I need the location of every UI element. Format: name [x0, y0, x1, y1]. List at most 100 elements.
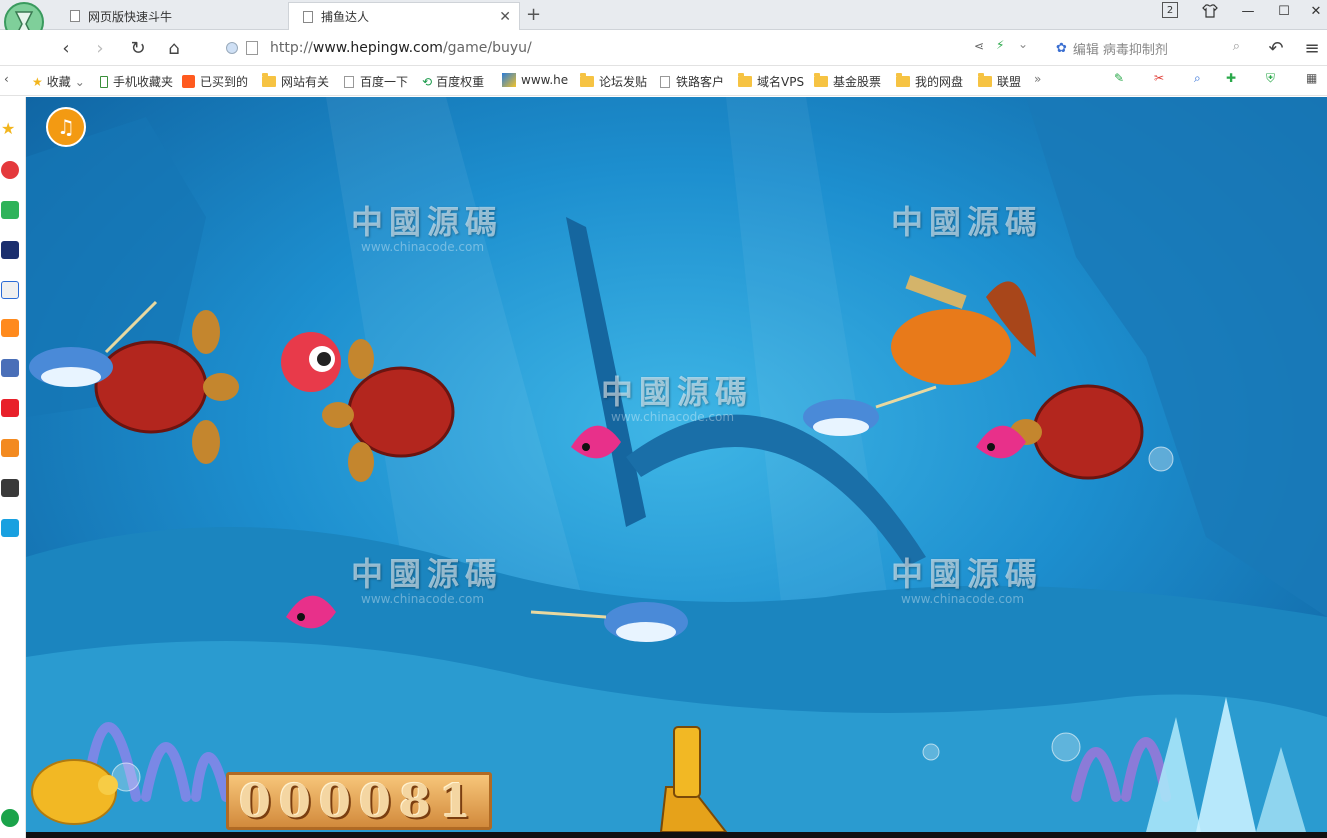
tab-title: 网页版快速斗牛 — [88, 9, 173, 24]
folder-icon — [978, 73, 992, 87]
bookmarks-bar: ‹ ★ 收藏 ⌄ 手机收藏夹 已买到的 网站有关 百度一下 ⟲ 百度权重 www.he… — [0, 66, 1327, 96]
tab-counter[interactable]: 2 — [1162, 2, 1178, 18]
close-tab-icon[interactable]: ✕ — [499, 9, 511, 25]
page-icon — [660, 75, 670, 88]
forward-button[interactable]: › — [88, 36, 112, 60]
search-icon[interactable]: ⌕ — [1233, 39, 1240, 54]
bookmark-label: 已买到的 — [200, 75, 249, 89]
watermark-url: www.chinacode.com — [361, 592, 485, 606]
menu-icon[interactable]: ≡ — [1300, 36, 1324, 60]
music-toggle-button[interactable]: ♫ — [46, 107, 86, 147]
folder-icon — [580, 73, 594, 87]
page-icon — [344, 75, 354, 88]
bookmark-alliance[interactable]: 联盟 — [978, 73, 1021, 90]
watermark-url: www.chinacode.com — [901, 592, 1025, 606]
watermark-text: 中國源碼 — [891, 203, 1044, 241]
star-icon[interactable]: ★ — [1, 119, 19, 138]
bookmark-favorites[interactable]: ★ 收藏 ⌄ — [32, 73, 85, 90]
red-puffer-fish — [281, 332, 341, 392]
bookmark-label: www.he — [521, 73, 569, 87]
bookmark-label: 论坛发贴 — [599, 75, 648, 89]
url-prefix: http:// — [270, 40, 313, 56]
bookmark-baidu-weight[interactable]: ⟲ 百度权重 — [422, 73, 484, 90]
bookmark-label: 收藏 — [46, 75, 71, 89]
paw-icon: ✿ — [1056, 40, 1067, 56]
new-tab-button[interactable]: + — [526, 4, 541, 25]
app-icon[interactable] — [1, 809, 19, 827]
back-button[interactable]: ‹ — [54, 36, 78, 60]
bookmark-netdisk[interactable]: 我的网盘 — [896, 73, 963, 90]
maximize-button[interactable]: ☐ — [1274, 0, 1294, 22]
bookmark-label: 手机收藏夹 — [113, 75, 174, 89]
folder-icon — [814, 73, 828, 87]
app-icon[interactable] — [1, 319, 19, 337]
tab-buyu-daren[interactable]: 捕鱼达人 ✕ — [288, 2, 520, 30]
fishing-game-canvas[interactable]: 中國源碼 www.chinacode.com 中國源碼 中國源碼 www.chi… — [26, 97, 1327, 832]
bookmark-forum[interactable]: 论坛发贴 — [580, 73, 647, 90]
close-window-button[interactable]: ✕ — [1306, 0, 1326, 22]
site-info-icon[interactable] — [246, 41, 258, 55]
search-engine-label: 编辑 — [1072, 42, 1099, 58]
security-icon — [226, 42, 238, 54]
piggy-bank — [31, 759, 118, 825]
watermark-text: 中國源碼 — [351, 555, 504, 593]
game-scene — [26, 97, 1327, 832]
bookmark-domain-vps[interactable]: 域名VPS — [738, 73, 804, 90]
folder-icon — [262, 73, 276, 87]
search-box[interactable]: ✿ 编辑 病毒抑制剂 ⌕ — [1056, 35, 1246, 61]
address-bar[interactable]: http://www.hepingw.com/game/buyu/ ⋖ ⚡ ⌄ — [222, 35, 1042, 61]
bookmark-funds[interactable]: 基金股票 — [814, 73, 881, 90]
more-bookmarks-icon[interactable]: » — [1034, 72, 1041, 86]
bookmark-label: 基金股票 — [833, 75, 882, 89]
sidebar-toggle-icon[interactable]: ‹ — [4, 72, 9, 86]
bookmark-railway[interactable]: 铁路客户 — [660, 73, 724, 90]
translate-icon[interactable]: ✎ — [1114, 71, 1124, 85]
shield-icon[interactable]: ⛨ — [1266, 71, 1275, 86]
url-path: /game/buyu/ — [442, 40, 532, 56]
weibo-icon[interactable] — [1, 161, 19, 179]
bookmark-label: 百度一下 — [360, 75, 409, 89]
url-text: http://www.hepingw.com/game/buyu/ — [270, 40, 532, 56]
bookmark-www[interactable]: www.he — [502, 73, 568, 87]
folder-icon — [738, 73, 752, 87]
lightning-icon[interactable]: ⚡ — [996, 38, 1004, 52]
bookmark-site-related[interactable]: 网站有关 — [262, 73, 329, 90]
gamepad-icon[interactable]: ✚ — [1226, 71, 1236, 85]
navigation-bar: ‹ › ↻ ⌂ http://www.hepingw.com/game/buyu… — [0, 30, 1327, 66]
folder-icon — [896, 73, 910, 87]
site-favicon-icon — [502, 73, 516, 87]
home-button[interactable]: ⌂ — [162, 36, 186, 60]
app-icon[interactable] — [1, 439, 19, 457]
tab-title: 捕鱼达人 — [321, 10, 370, 24]
app-icon[interactable] — [1, 399, 19, 417]
search-query: 病毒抑制剂 — [1102, 42, 1168, 58]
bookmark-mobile[interactable]: 手机收藏夹 — [100, 73, 173, 90]
turtle-fish — [1010, 384, 1144, 480]
bookmark-bought[interactable]: 已买到的 — [182, 73, 248, 90]
share-icon[interactable]: ⋖ — [974, 39, 984, 53]
chevron-down-icon: ⌄ — [74, 74, 85, 89]
apps-grid-icon[interactable]: ▦ — [1306, 71, 1317, 85]
bookmark-baidu[interactable]: 百度一下 — [344, 73, 408, 90]
app-icon[interactable] — [1, 519, 19, 537]
scissors-icon[interactable]: ✂ — [1154, 71, 1164, 85]
shirt-skin-icon[interactable] — [1200, 0, 1220, 22]
tab-kuaisu-douniu[interactable]: 网页版快速斗牛 — [56, 2, 288, 30]
undo-button[interactable]: ↶ — [1264, 36, 1288, 60]
document-icon[interactable] — [1, 281, 19, 299]
score-panel: 000081 — [226, 772, 492, 830]
app-icon[interactable] — [1, 241, 19, 259]
minimize-button[interactable]: — — [1238, 0, 1258, 22]
app-icon[interactable] — [1, 479, 19, 497]
left-sidebar: ★ — [0, 97, 26, 838]
app-icon[interactable] — [1, 201, 19, 219]
chevron-down-icon[interactable]: ⌄ — [1018, 37, 1028, 51]
app-icon[interactable] — [1, 359, 19, 377]
watermark-url: www.chinacode.com — [361, 240, 485, 254]
watermark-text: 中國源碼 — [891, 555, 1044, 593]
star-icon: ★ — [32, 74, 43, 89]
taobao-icon — [182, 75, 195, 88]
golden-lionfish — [891, 275, 1036, 385]
reload-button[interactable]: ↻ — [126, 36, 150, 60]
search-icon[interactable]: ⌕ — [1194, 71, 1201, 86]
